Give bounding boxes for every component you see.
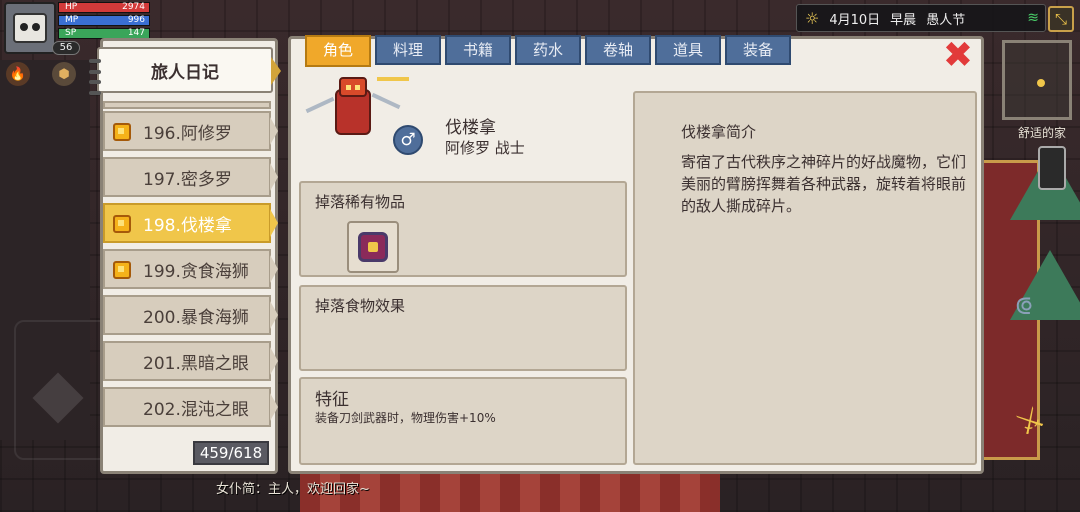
rare-drops-section: 掉落稀有物品 bbox=[299, 181, 627, 277]
title-arrow-icon bbox=[271, 57, 281, 85]
category-tabs: 角色 料理 书籍 药水 卷轴 道具 装备 bbox=[305, 35, 791, 67]
journal-entry-label: 202.混沌之眼 bbox=[143, 399, 249, 420]
intro-title: 伐楼拿简介 bbox=[681, 123, 757, 141]
tab-0[interactable]: 角色 bbox=[305, 35, 371, 67]
blade-icon bbox=[305, 96, 335, 114]
gem-icon bbox=[113, 215, 131, 233]
journal-entry-label: 198.伐楼拿 bbox=[143, 215, 232, 236]
hp-label: HP bbox=[65, 2, 78, 12]
traits-title: 特征 bbox=[315, 390, 349, 410]
journal-entry-label: 196.阿修罗 bbox=[143, 123, 232, 144]
sp-value: 147 bbox=[127, 28, 145, 38]
journal-entry[interactable]: 202.混沌之眼 bbox=[103, 387, 278, 427]
food-effect-title: 掉落食物效果 bbox=[315, 297, 406, 315]
traits-description: 装备刀剑武器时，物理伤害+10% bbox=[315, 411, 496, 425]
journal-entry[interactable]: 197.密多罗 bbox=[103, 157, 278, 197]
journal-title-tab: 旅人日记 bbox=[89, 47, 281, 95]
journal-panel: 旅人日记 196.阿修罗 197.密多罗 198.伐楼拿 199.贪食海狮 200.暴食… bbox=[89, 38, 281, 474]
fire-buff-icon[interactable]: 🔥 bbox=[6, 62, 30, 86]
spiral-binding-icon bbox=[89, 59, 101, 95]
journal-entry-label: 197.密多罗 bbox=[143, 169, 232, 190]
bow-icon[interactable]: ⟃ bbox=[1015, 288, 1032, 322]
gem-icon bbox=[113, 123, 131, 141]
tab-5[interactable]: 道具 bbox=[655, 35, 721, 65]
mp-value: 996 bbox=[127, 15, 145, 25]
crown-icon bbox=[377, 71, 409, 81]
journal-entry-label: 200.暴食海狮 bbox=[143, 307, 249, 328]
list-item-partial[interactable] bbox=[103, 101, 271, 109]
journal-entry-label: 199.贪食海狮 bbox=[143, 261, 249, 282]
journal-entry[interactable]: 200.暴食海狮 bbox=[103, 295, 278, 335]
wifi-icon: ≋ bbox=[1027, 10, 1039, 26]
intro-text: 寄宿了古代秩序之神碎片的好战魔物，它们美丽的臂膀挥舞着各种武器，旋转着将眼前的敌… bbox=[681, 153, 967, 215]
time-of-day-text: 早晨 bbox=[890, 12, 917, 28]
journal-entry-list: 196.阿修罗 197.密多罗 198.伐楼拿 199.贪食海狮 200.暴食海狮 201… bbox=[103, 111, 278, 433]
male-icon: ♂ bbox=[393, 125, 423, 155]
food-effect-section: 掉落食物效果 bbox=[299, 285, 627, 371]
intro-section: 伐楼拿简介 寄宿了古代秩序之神碎片的好战魔物，它们美丽的臂膀挥舞着各种武器，旋转… bbox=[633, 91, 977, 465]
eye bbox=[346, 85, 351, 90]
journal-title: 旅人日记 bbox=[151, 62, 219, 83]
close-button[interactable]: ✖ bbox=[941, 38, 975, 75]
journal-count: 459/618 bbox=[193, 441, 269, 465]
hp-bar: HP 2974 bbox=[58, 2, 150, 13]
tab-3[interactable]: 药水 bbox=[515, 35, 581, 65]
shield-buff-icon[interactable]: ⬢ bbox=[52, 62, 76, 86]
chat-message: 女仆简：主人，欢迎回家~ bbox=[216, 482, 370, 497]
traits-section: 特征 装备刀剑武器时，物理伤害+10% bbox=[299, 377, 627, 465]
player-level: 56 bbox=[52, 41, 80, 55]
journal-entry-label: 201.黑暗之眼 bbox=[143, 353, 249, 374]
character-portrait bbox=[301, 77, 409, 159]
player-marker bbox=[1037, 79, 1045, 87]
status-bar: ☼ 4月10日 早晨 愚人节 ≋ bbox=[796, 4, 1046, 32]
tab-2[interactable]: 书籍 bbox=[445, 35, 511, 65]
journal-entry[interactable]: 198.伐楼拿 bbox=[103, 203, 278, 243]
gem-icon bbox=[113, 261, 131, 279]
drop-item-slot[interactable] bbox=[347, 221, 399, 273]
phone-icon[interactable] bbox=[1038, 146, 1066, 190]
minimap[interactable] bbox=[1002, 40, 1072, 120]
event-text: 愚人节 bbox=[926, 12, 966, 28]
character-class: 阿修罗 战士 bbox=[445, 139, 525, 157]
tab-4[interactable]: 卷轴 bbox=[585, 35, 651, 65]
tab-6[interactable]: 装备 bbox=[725, 35, 791, 65]
journal-entry[interactable]: 199.贪食海狮 bbox=[103, 249, 278, 289]
location-label: 舒适的家 bbox=[1017, 126, 1066, 140]
mp-label: MP bbox=[65, 15, 79, 25]
blade-icon bbox=[371, 92, 401, 110]
date-text: 4月10日 bbox=[829, 12, 881, 28]
character-head bbox=[339, 77, 409, 97]
journal-entry[interactable]: 196.阿修罗 bbox=[103, 111, 278, 151]
player-avatar[interactable] bbox=[4, 2, 56, 54]
tab-1[interactable]: 料理 bbox=[375, 35, 441, 65]
character-name: 伐楼拿 bbox=[445, 118, 496, 138]
detail-panel: 角色 料理 书籍 药水 卷轴 道具 装备 ✖ ♂ 伐楼拿 阿修罗 战士 掉落稀有物品 掉落食… bbox=[288, 35, 984, 474]
avatar-face-icon bbox=[13, 13, 47, 43]
fullscreen-exit-button[interactable]: ⤡ bbox=[1048, 6, 1074, 32]
stat-bars: HP 2974 MP 996 SP 147 bbox=[58, 2, 150, 41]
hp-value: 2974 bbox=[122, 2, 145, 12]
journal-entry[interactable]: 201.黑暗之眼 bbox=[103, 341, 278, 381]
sp-label: SP bbox=[65, 28, 77, 38]
sun-icon: ☼ bbox=[805, 8, 820, 28]
rare-drops-title: 掉落稀有物品 bbox=[315, 193, 406, 211]
amulet-icon bbox=[358, 232, 388, 262]
eye bbox=[355, 85, 360, 90]
mp-bar: MP 996 bbox=[58, 15, 150, 26]
